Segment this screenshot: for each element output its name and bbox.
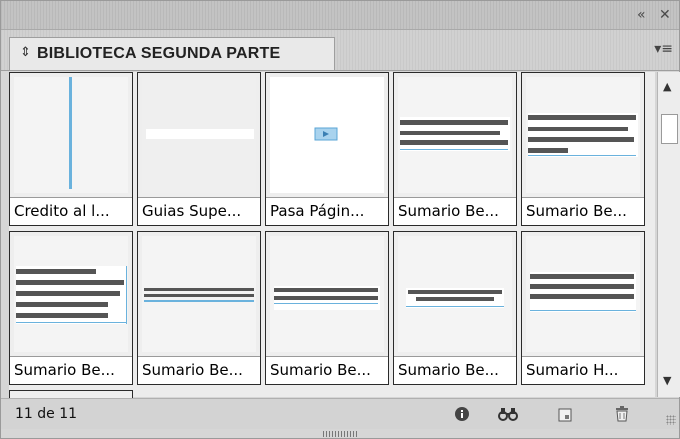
- library-item[interactable]: Sumario Be...: [265, 231, 389, 385]
- item-label: Sumario Be...: [266, 356, 388, 384]
- item-thumbnail: [142, 77, 256, 193]
- library-grid: Credito al l... Guias Supe... Pasa Págin…: [9, 72, 655, 402]
- library-item[interactable]: Sumario Be...: [393, 72, 517, 226]
- expand-collapse-icon[interactable]: ⇕: [20, 45, 31, 60]
- item-label: Sumario Be...: [10, 356, 132, 384]
- panel-grip-icon[interactable]: [323, 431, 359, 437]
- library-item[interactable]: Sumario Be...: [9, 231, 133, 385]
- panel-menu-icon[interactable]: ▾≡: [654, 41, 673, 57]
- text-lines-thumb: [16, 266, 127, 324]
- item-count: 11 de 11: [15, 406, 78, 422]
- library-item[interactable]: Sumario Be...: [521, 72, 645, 226]
- new-item-icon[interactable]: [554, 404, 576, 424]
- item-thumbnail: [398, 236, 512, 352]
- text-lines-thumb: [400, 117, 510, 151]
- page-turn-thumb: [314, 127, 338, 141]
- item-label: Sumario Be...: [522, 197, 644, 225]
- tab-label: BIBLIOTECA SEGUNDA PARTE: [37, 45, 281, 62]
- close-icon[interactable]: ✕: [659, 7, 671, 23]
- item-label: Sumario Be...: [394, 356, 516, 384]
- item-thumbnail: [270, 77, 384, 193]
- item-thumbnail: [142, 236, 256, 352]
- item-thumbnail: [14, 77, 128, 193]
- tab-row: ⇕ BIBLIOTECA SEGUNDA PARTE ▾≡: [1, 30, 679, 71]
- item-thumbnail: [398, 77, 512, 193]
- library-content: Credito al l... Guias Supe... Pasa Págin…: [9, 72, 655, 402]
- item-thumbnail: [526, 236, 640, 352]
- library-item[interactable]: Sumario H...: [521, 231, 645, 385]
- vertical-line-thumb: [69, 77, 72, 189]
- library-item[interactable]: Credito al l...: [9, 72, 133, 226]
- text-lines-thumb: [530, 272, 636, 312]
- item-label: Sumario Be...: [394, 197, 516, 225]
- horizontal-bar-thumb: [142, 77, 256, 193]
- scroll-down-icon[interactable]: ▼: [663, 374, 671, 387]
- item-label: Credito al l...: [10, 197, 132, 225]
- trash-icon[interactable]: [611, 404, 633, 424]
- library-item[interactable]: Pasa Págin...: [265, 72, 389, 226]
- text-lines-thumb: [528, 113, 638, 157]
- panel-titlebar[interactable]: « ✕: [1, 1, 679, 30]
- text-lines-thumb: [406, 288, 504, 308]
- binoculars-icon[interactable]: [497, 404, 519, 424]
- item-thumbnail: [526, 77, 640, 193]
- item-label: Guias Supe...: [138, 197, 260, 225]
- status-bar: 11 de 11: [1, 398, 679, 429]
- tab-biblioteca[interactable]: ⇕ BIBLIOTECA SEGUNDA PARTE: [9, 37, 335, 70]
- scroll-up-icon[interactable]: ▲: [663, 80, 671, 93]
- item-label: Sumario Be...: [138, 356, 260, 384]
- text-lines-thumb: [144, 288, 254, 302]
- resize-grip-icon[interactable]: [666, 415, 676, 425]
- info-icon[interactable]: [451, 404, 473, 424]
- item-label: Pasa Págin...: [266, 197, 388, 225]
- scrollbar-thumb[interactable]: [661, 114, 678, 144]
- item-label: Sumario H...: [522, 356, 644, 384]
- double-left-arrow-icon[interactable]: «: [637, 7, 646, 23]
- item-thumbnail: [14, 236, 128, 352]
- library-item[interactable]: Sumario Be...: [393, 231, 517, 385]
- vertical-scrollbar[interactable]: ▲ ▼: [657, 72, 680, 397]
- library-item[interactable]: Guias Supe...: [137, 72, 261, 226]
- library-item[interactable]: Sumario Be...: [137, 231, 261, 385]
- library-panel: « ✕ ⇕ BIBLIOTECA SEGUNDA PARTE ▾≡ Credit…: [0, 0, 680, 439]
- item-thumbnail: [270, 236, 384, 352]
- text-lines-thumb: [274, 286, 380, 310]
